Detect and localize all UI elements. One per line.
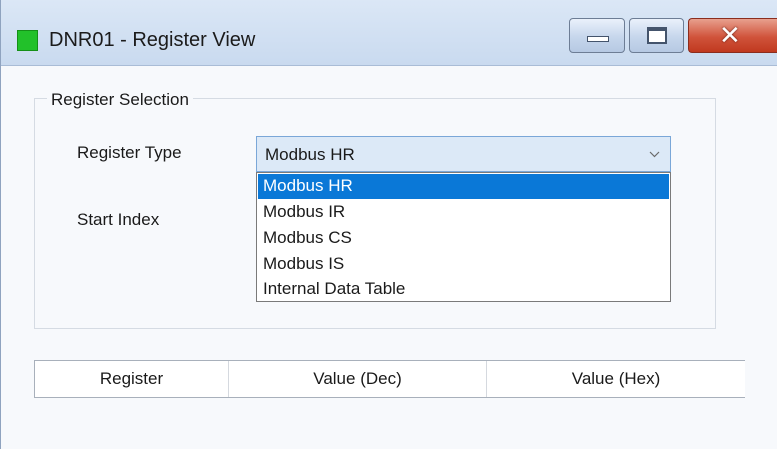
maximize-button[interactable]: [629, 18, 684, 53]
close-icon: ✕: [719, 21, 741, 51]
register-table-header: Register Value (Dec) Value (Hex): [34, 360, 745, 398]
window-title: DNR01 - Register View: [49, 29, 256, 51]
dropdown-option-modbus-is[interactable]: Modbus IS: [258, 252, 669, 277]
dropdown-option-modbus-cs[interactable]: Modbus CS: [258, 226, 669, 251]
column-header-value-dec[interactable]: Value (Dec): [229, 361, 487, 397]
title-bar[interactable]: DNR01 - Register View ✕: [1, 0, 777, 66]
register-type-label: Register Type: [77, 143, 182, 162]
minimize-button[interactable]: [569, 18, 625, 53]
column-header-value-hex[interactable]: Value (Hex): [487, 361, 745, 397]
app-status-icon: [17, 30, 38, 51]
close-button[interactable]: ✕: [688, 18, 777, 53]
register-view-window: DNR01 - Register View ✕ Register Selecti…: [0, 0, 777, 449]
column-header-register[interactable]: Register: [35, 361, 229, 397]
register-type-dropdown-list: Modbus HR Modbus IR Modbus CS Modbus IS …: [256, 172, 671, 302]
minimize-icon: [587, 36, 609, 42]
dropdown-option-internal-data-table[interactable]: Internal Data Table: [258, 277, 669, 302]
chevron-down-icon: [649, 151, 660, 158]
register-type-selected-value: Modbus HR: [265, 145, 355, 164]
dropdown-option-modbus-hr[interactable]: Modbus HR: [258, 174, 669, 199]
start-index-label: Start Index: [77, 210, 160, 229]
maximize-icon: [647, 27, 667, 44]
register-type-select[interactable]: Modbus HR: [256, 136, 671, 172]
dropdown-option-modbus-ir[interactable]: Modbus IR: [258, 200, 669, 225]
register-selection-title: Register Selection: [47, 90, 193, 110]
